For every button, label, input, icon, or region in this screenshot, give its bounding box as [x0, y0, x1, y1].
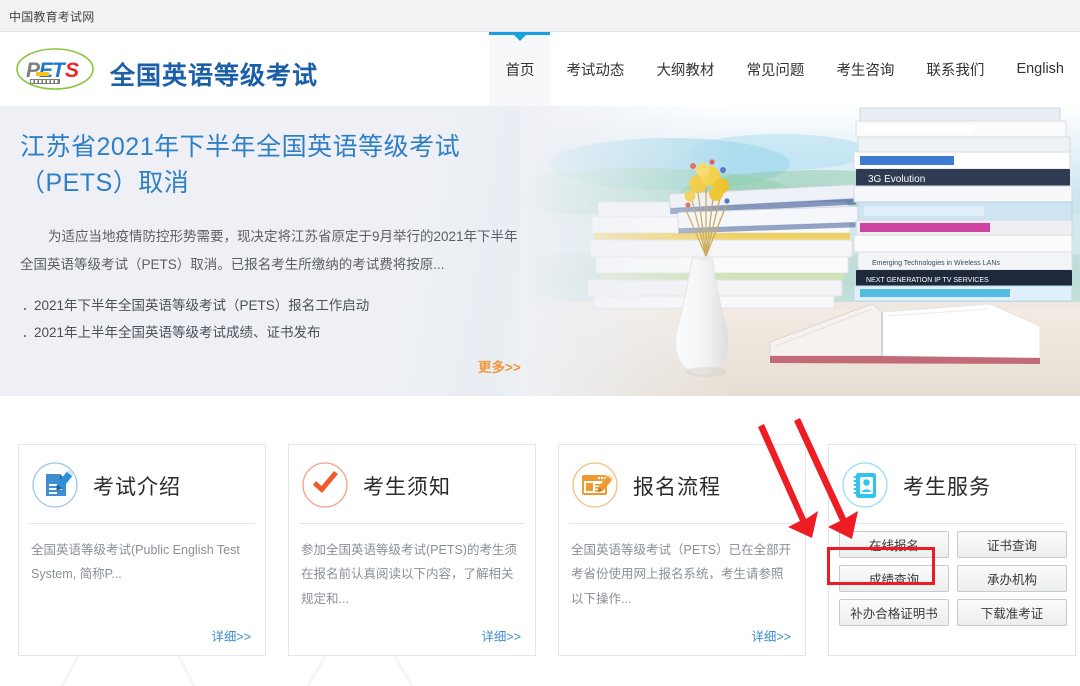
check-mark-icon [301, 461, 349, 509]
hero-photo: 3G Evolution Emerging Technologies in Wi… [520, 106, 1080, 396]
nav-label: English [1016, 61, 1064, 77]
nav-item-syllabus-materials[interactable]: 大纲教材 [640, 32, 730, 106]
card-description: 参加全国英语等级考试(PETS)的考生须在报名前认真阅读以下内容，了解相关规定和… [301, 543, 517, 606]
pets-logo[interactable]: P E T S [14, 46, 96, 92]
card-title: 考试介绍 [93, 476, 181, 499]
service-button-download-admission-ticket[interactable]: 下载准考证 [957, 599, 1067, 626]
hero-text-block: 江苏省2021年下半年全国英语等级考试（PETS）取消 为适应当地疫情防控形势需… [20, 130, 540, 353]
service-button-score-query[interactable]: 成绩查询 [839, 565, 949, 592]
main-navigation: 首页 考试动态 大纲教材 常见问题 考生咨询 联系我们 English [489, 32, 1080, 106]
card-exam-introduction[interactable]: 考试介绍 全国英语等级考试(Public English Test System… [18, 444, 266, 656]
card-title: 考生须知 [363, 476, 451, 499]
nav-label: 联系我们 [926, 62, 985, 79]
list-item[interactable]: 2021年下半年全国英语等级考试（PETS）报名工作启动 [20, 290, 540, 326]
card-description: 全国英语等级考试(Public English Test System, 简称P… [31, 543, 240, 582]
divider [839, 523, 1065, 524]
nav-item-contact-us[interactable]: 联系我们 [910, 32, 1000, 106]
top-utility-bar: 中国教育考试网 [0, 0, 1080, 32]
nav-label: 考试动态 [566, 62, 625, 79]
nav-label: 首页 [505, 62, 535, 79]
hero-title[interactable]: 江苏省2021年下半年全国英语等级考试（PETS）取消 [20, 130, 540, 201]
nav-label: 大纲教材 [656, 62, 715, 79]
card-header: 考生须知 [289, 445, 535, 523]
card-candidate-notice[interactable]: 考生须知 参加全国英语等级考试(PETS)的考生须在报名前认真阅读以下内容，了解… [288, 444, 536, 656]
card-header: 报名流程 [559, 445, 805, 523]
list-item[interactable]: 2021年上半年全国英语等级考试成绩、证书发布 [20, 317, 540, 353]
site-name-label: 中国教育考试网 [9, 10, 95, 24]
card-description: 全国英语等级考试（PETS）已在全部开考省份使用网上报名系统，考生请参照以下操作… [571, 543, 792, 606]
contact-book-icon [841, 461, 889, 509]
card-detail-link[interactable]: 详细>> [751, 626, 791, 645]
nav-item-faq[interactable]: 常见问题 [730, 32, 820, 106]
card-detail-link[interactable]: 详细>> [211, 626, 251, 645]
hero-more-link[interactable]: 更多>> [478, 356, 521, 376]
card-detail-link[interactable]: 详细>> [481, 626, 521, 645]
nav-item-home[interactable]: 首页 [489, 32, 551, 106]
nav-item-english[interactable]: English [1000, 32, 1080, 106]
service-button-reissue-certificate[interactable]: 补办合格证明书 [839, 599, 949, 626]
card-header: 考试介绍 [19, 445, 265, 523]
service-button-host-institution[interactable]: 承办机构 [957, 565, 1067, 592]
feature-cards: 考试介绍 全国英语等级考试(Public English Test System… [0, 408, 1080, 686]
service-button-online-registration[interactable]: 在线报名 [839, 531, 949, 558]
site-header: P E T S 全国英语等级考试 首页 考试动态 大纲教材 常见问题 考生咨询 … [0, 32, 1080, 106]
service-button-certificate-query[interactable]: 证书查询 [957, 531, 1067, 558]
hero-banner: 3G Evolution Emerging Technologies in Wi… [0, 106, 1080, 396]
hero-summary: 为适应当地疫情防控形势需要，现决定将江苏省原定于9月举行的2021年下半年全国英… [20, 229, 518, 273]
card-header: 考生服务 [829, 445, 1075, 523]
nav-item-exam-news[interactable]: 考试动态 [550, 32, 640, 106]
nav-label: 常见问题 [746, 62, 805, 79]
card-title: 报名流程 [633, 476, 721, 499]
hero-news-list: 2021年下半年全国英语等级考试（PETS）报名工作启动 2021年上半年全国英… [20, 290, 540, 353]
svg-text:S: S [65, 59, 79, 82]
form-pencil-icon [571, 461, 619, 509]
card-candidate-services[interactable]: 考生服务 在线报名 证书查询 成绩查询 承办机构 补办合格证明书 下载准考证 [828, 444, 1076, 656]
document-pencil-icon [31, 461, 79, 509]
brand-title: 全国英语等级考试 [110, 62, 319, 90]
service-button-grid: 在线报名 证书查询 成绩查询 承办机构 补办合格证明书 下载准考证 [839, 531, 1067, 626]
card-title: 考生服务 [903, 476, 991, 499]
page-root: 中国教育考试网 P E T S 全国英语等级考试 首页 考试动态 大纲教材 常见… [0, 0, 1080, 686]
nav-label: 考生咨询 [836, 62, 895, 79]
card-registration-process[interactable]: 报名流程 全国英语等级考试（PETS）已在全部开考省份使用网上报名系统，考生请参… [558, 444, 806, 656]
nav-item-candidate-consult[interactable]: 考生咨询 [820, 32, 910, 106]
